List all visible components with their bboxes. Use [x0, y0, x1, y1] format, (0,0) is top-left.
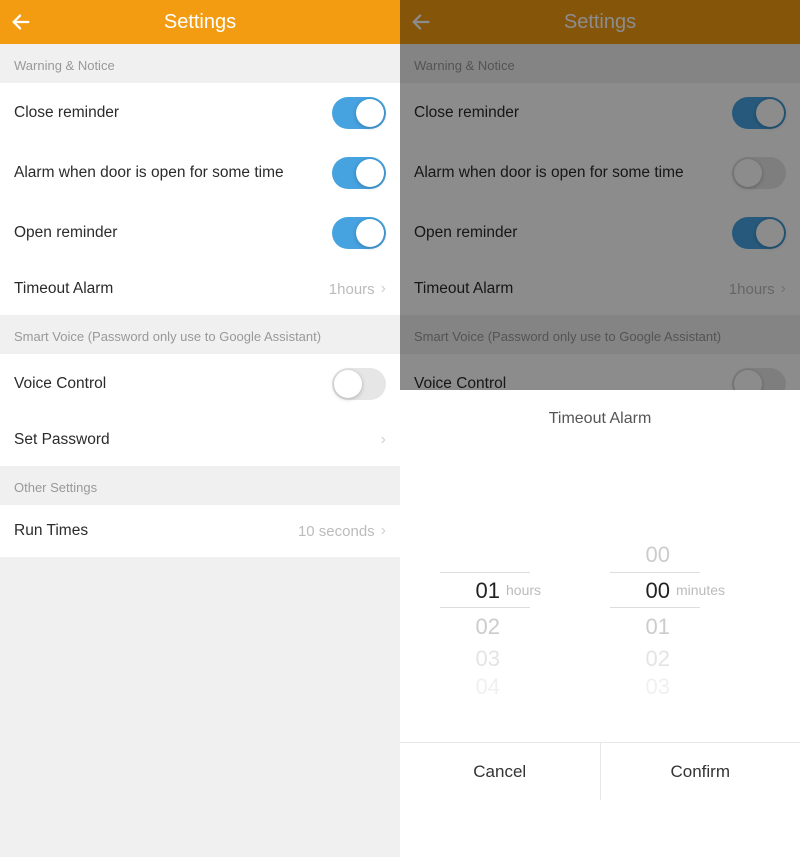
close-reminder-toggle[interactable]	[332, 97, 386, 129]
hours-next-1: 02	[440, 614, 500, 640]
header: Settings	[0, 0, 400, 44]
minutes-next-2: 02	[610, 646, 670, 672]
time-picker: 01 02 03 04 hours 00 00 01 02 03 minutes	[400, 438, 800, 742]
close-reminder-row[interactable]: Close reminder	[0, 83, 400, 143]
alarm-open-label: Alarm when door is open for some time	[14, 163, 332, 183]
chevron-right-icon: ›	[381, 431, 386, 449]
page-title: Settings	[164, 11, 236, 34]
minutes-next-1: 01	[610, 614, 670, 640]
voice-control-row[interactable]: Voice Control	[0, 354, 400, 414]
section-smart-voice-label: Smart Voice (Password only use to Google…	[0, 315, 400, 354]
timeout-alarm-row[interactable]: Timeout Alarm 1hours ›	[0, 263, 400, 315]
hours-selected: 01	[440, 578, 500, 604]
settings-screen-left: Settings Warning & Notice Close reminder…	[0, 0, 400, 800]
chevron-right-icon: ›	[381, 280, 386, 298]
open-reminder-toggle[interactable]	[332, 217, 386, 249]
run-times-row[interactable]: Run Times 10 seconds ›	[0, 505, 400, 557]
minutes-next-3: 03	[610, 674, 670, 700]
timeout-alarm-value: 1hours	[329, 281, 375, 298]
alarm-open-toggle[interactable]	[332, 157, 386, 189]
confirm-button[interactable]: Confirm	[600, 743, 800, 800]
section-other-label: Other Settings	[0, 466, 400, 505]
voice-control-toggle[interactable]	[332, 368, 386, 400]
empty-space	[0, 557, 400, 857]
hours-unit-label: hours	[506, 582, 541, 598]
voice-control-label: Voice Control	[14, 374, 332, 394]
set-password-label: Set Password	[14, 430, 381, 450]
sheet-title: Timeout Alarm	[400, 390, 800, 438]
close-reminder-label: Close reminder	[14, 103, 332, 123]
minutes-selected: 00	[610, 578, 670, 604]
back-arrow-icon	[10, 11, 32, 33]
hours-next-3: 04	[440, 674, 500, 700]
timeout-alarm-label: Timeout Alarm	[14, 279, 329, 299]
timeout-alarm-picker-sheet: Timeout Alarm 01 02 03 04 hours 00 00	[400, 390, 800, 800]
settings-screen-right: Settings Warning & Notice Close reminder…	[400, 0, 800, 800]
minutes-unit-label: minutes	[676, 582, 725, 598]
back-button[interactable]	[10, 0, 32, 44]
hours-next-2: 03	[440, 646, 500, 672]
set-password-row[interactable]: Set Password ›	[0, 414, 400, 466]
sheet-button-bar: Cancel Confirm	[400, 742, 800, 800]
chevron-right-icon: ›	[381, 522, 386, 540]
section-warning-label: Warning & Notice	[0, 44, 400, 83]
minutes-prev-1: 00	[610, 542, 670, 568]
hours-wheel[interactable]: 01 02 03 04 hours	[440, 490, 590, 690]
minutes-wheel[interactable]: 00 00 01 02 03 minutes	[610, 490, 760, 690]
cancel-button[interactable]: Cancel	[400, 743, 600, 800]
run-times-label: Run Times	[14, 521, 298, 541]
open-reminder-label: Open reminder	[14, 223, 332, 243]
run-times-value: 10 seconds	[298, 523, 375, 540]
alarm-open-row[interactable]: Alarm when door is open for some time	[0, 143, 400, 203]
open-reminder-row[interactable]: Open reminder	[0, 203, 400, 263]
